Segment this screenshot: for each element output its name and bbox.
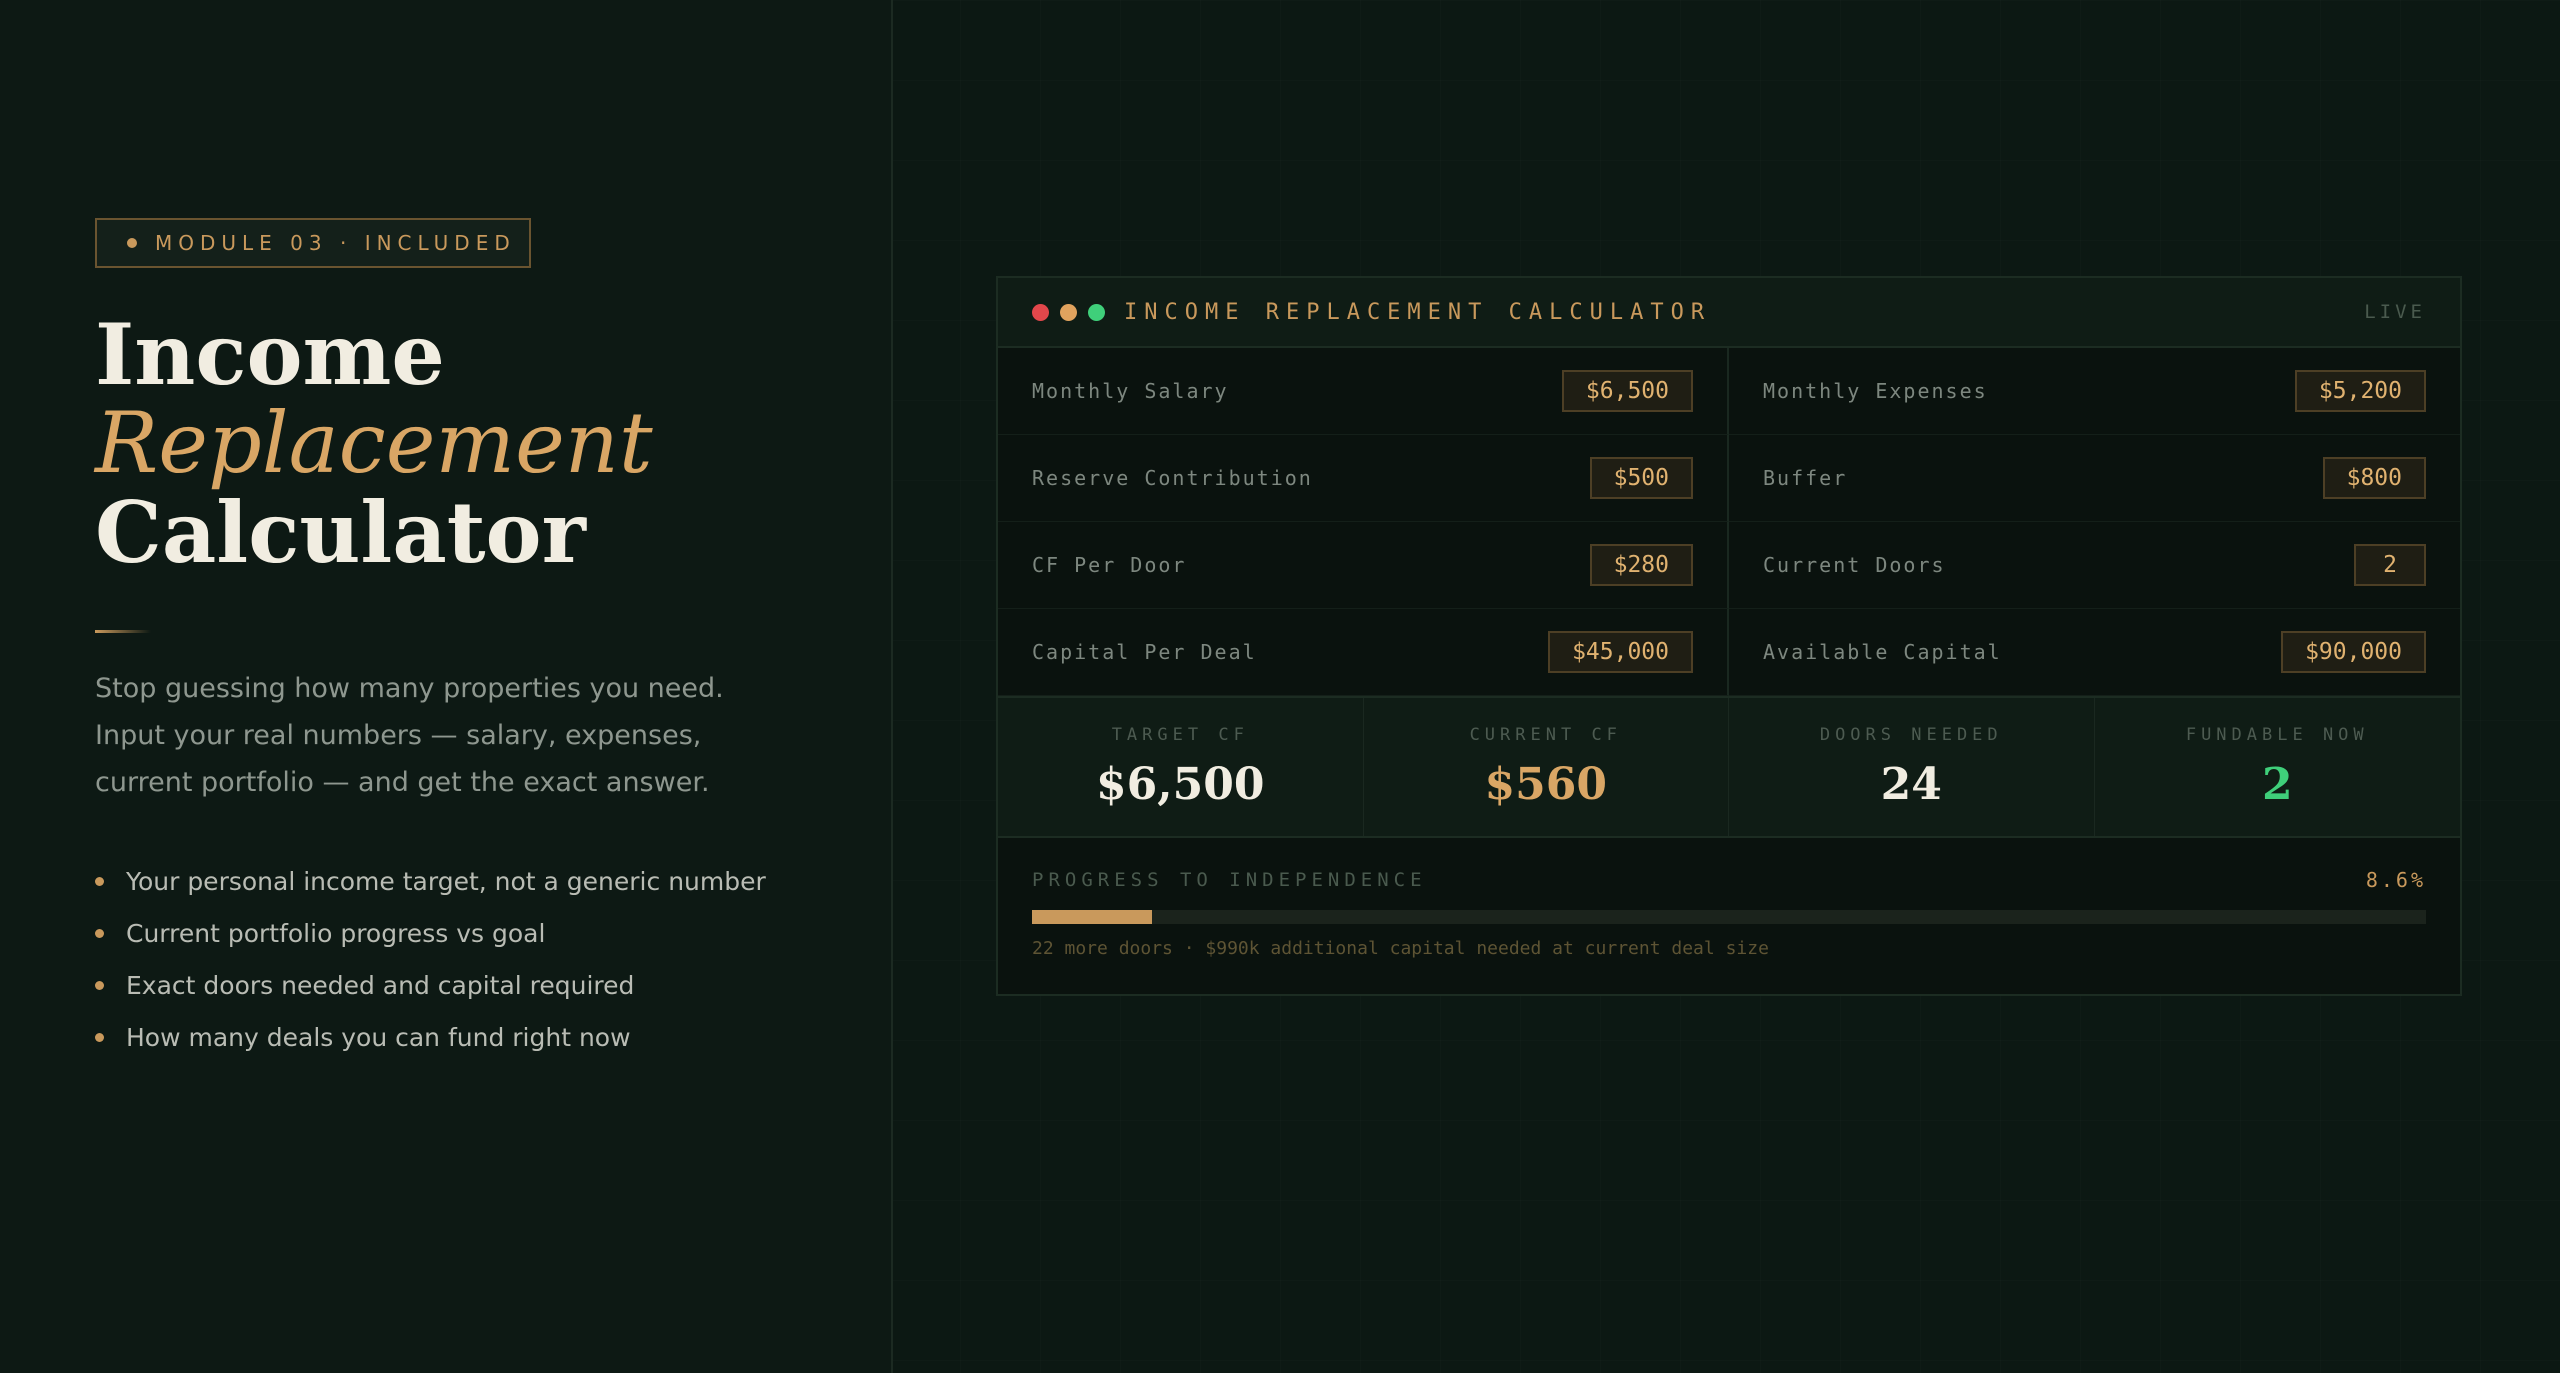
module-badge: MODULE 03 · INCLUDED xyxy=(95,218,531,268)
progress-header: PROGRESS TO INDEPENDENCE 8.6% xyxy=(1032,868,2426,892)
cf-per-door-input[interactable]: $280 xyxy=(1589,544,1693,586)
input-row-available-capital: Available Capital $90,000 xyxy=(1729,609,2460,696)
reserve-contribution-input[interactable]: $500 xyxy=(1589,457,1693,499)
input-label: CF Per Door xyxy=(1032,553,1187,577)
feature-item: Exact doors needed and capital required xyxy=(95,959,766,1011)
title-divider xyxy=(95,630,151,633)
input-label: Capital Per Deal xyxy=(1032,640,1257,664)
stat-fundable-now: FUNDABLE NOW 2 xyxy=(2095,698,2461,836)
progress-bar-fill xyxy=(1032,910,1152,924)
bullet-icon xyxy=(95,876,104,886)
input-row-buffer: Buffer $800 xyxy=(1729,435,2460,522)
progress-section: PROGRESS TO INDEPENDENCE 8.6% 22 more do… xyxy=(998,838,2460,959)
progress-label: PROGRESS TO INDEPENDENCE xyxy=(1032,869,1427,891)
input-row-reserve-contribution: Reserve Contribution $500 xyxy=(998,435,1729,522)
feature-item: Current portfolio progress vs goal xyxy=(95,907,766,959)
calculator-title: INCOME REPLACEMENT CALCULATOR xyxy=(1124,299,1712,325)
window-minimize-dot-icon xyxy=(1060,303,1077,321)
calculator-card: INCOME REPLACEMENT CALCULATOR LIVE Month… xyxy=(996,276,2462,996)
title-line-1: Income xyxy=(95,305,445,404)
stat-value: $6,500 xyxy=(1096,758,1265,810)
stat-value: 24 xyxy=(1880,758,1942,810)
stat-target-cf: TARGET CF $6,500 xyxy=(998,698,1364,836)
input-row-capital-per-deal: Capital Per Deal $45,000 xyxy=(998,609,1729,696)
input-row-monthly-salary: Monthly Salary $6,500 xyxy=(998,348,1729,435)
current-doors-input[interactable]: 2 xyxy=(2354,544,2426,586)
bullet-icon xyxy=(95,980,104,990)
window-close-dot-icon xyxy=(1032,303,1049,321)
stat-doors-needed: DOORS NEEDED 24 xyxy=(1729,698,2095,836)
feature-item: Your personal income target, not a gener… xyxy=(95,855,766,907)
monthly-expenses-input[interactable]: $5,200 xyxy=(2294,370,2426,412)
feature-text: How many deals you can fund right now xyxy=(126,1022,631,1052)
input-label: Buffer xyxy=(1763,466,1848,490)
input-label: Monthly Expenses xyxy=(1763,379,1988,403)
monthly-salary-input[interactable]: $6,500 xyxy=(1561,370,1693,412)
badge-dot-icon xyxy=(127,238,137,248)
feature-list: Your personal income target, not a gener… xyxy=(95,855,766,1063)
description: Stop guessing how many properties you ne… xyxy=(95,673,724,798)
stat-label: TARGET CF xyxy=(1111,724,1249,745)
results-summary: TARGET CF $6,500 CURRENT CF $560 DOORS N… xyxy=(998,696,2460,838)
input-label: Monthly Salary xyxy=(1032,379,1229,403)
stat-current-cf: CURRENT CF $560 xyxy=(1364,698,1729,836)
bullet-icon xyxy=(95,1032,104,1042)
intro-panel: MODULE 03 · INCLUDED Income Replacement … xyxy=(0,0,893,1373)
buffer-input[interactable]: $800 xyxy=(2322,457,2426,499)
input-row-monthly-expenses: Monthly Expenses $5,200 xyxy=(1729,348,2460,435)
calculator-header: INCOME REPLACEMENT CALCULATOR LIVE xyxy=(998,278,2460,348)
window-maximize-dot-icon xyxy=(1088,303,1105,321)
progress-percent: 8.6% xyxy=(2365,868,2426,892)
capital-per-deal-input[interactable]: $45,000 xyxy=(1548,631,1693,673)
input-row-current-doors: Current Doors 2 xyxy=(1729,522,2460,609)
stat-label: CURRENT CF xyxy=(1469,724,1622,745)
progress-note: 22 more doors · $990k additional capital… xyxy=(1032,938,1769,959)
feature-item: How many deals you can fund right now xyxy=(95,1011,766,1063)
input-label: Current Doors xyxy=(1763,553,1946,577)
feature-text: Exact doors needed and capital required xyxy=(126,970,635,1000)
title-line-2: Replacement xyxy=(95,394,653,492)
progress-bar xyxy=(1032,910,2426,924)
page-title: Income Replacement Calculator xyxy=(95,310,653,577)
live-status: LIVE xyxy=(2364,301,2426,323)
input-label: Available Capital xyxy=(1763,640,2002,664)
badge-label: MODULE 03 · INCLUDED xyxy=(155,231,516,255)
input-label: Reserve Contribution xyxy=(1032,466,1313,490)
feature-text: Your personal income target, not a gener… xyxy=(126,866,766,896)
stat-value: 2 xyxy=(2261,758,2293,810)
stat-value: $560 xyxy=(1484,758,1607,810)
stat-label: FUNDABLE NOW xyxy=(2185,724,2369,745)
bullet-icon xyxy=(95,928,104,938)
title-line-3: Calculator xyxy=(95,483,586,582)
available-capital-input[interactable]: $90,000 xyxy=(2281,631,2426,673)
calculator-inputs: Monthly Salary $6,500 Monthly Expenses $… xyxy=(998,348,2460,696)
feature-text: Current portfolio progress vs goal xyxy=(126,918,546,948)
input-row-cf-per-door: CF Per Door $280 xyxy=(998,522,1729,609)
stat-label: DOORS NEEDED xyxy=(1819,724,2003,745)
